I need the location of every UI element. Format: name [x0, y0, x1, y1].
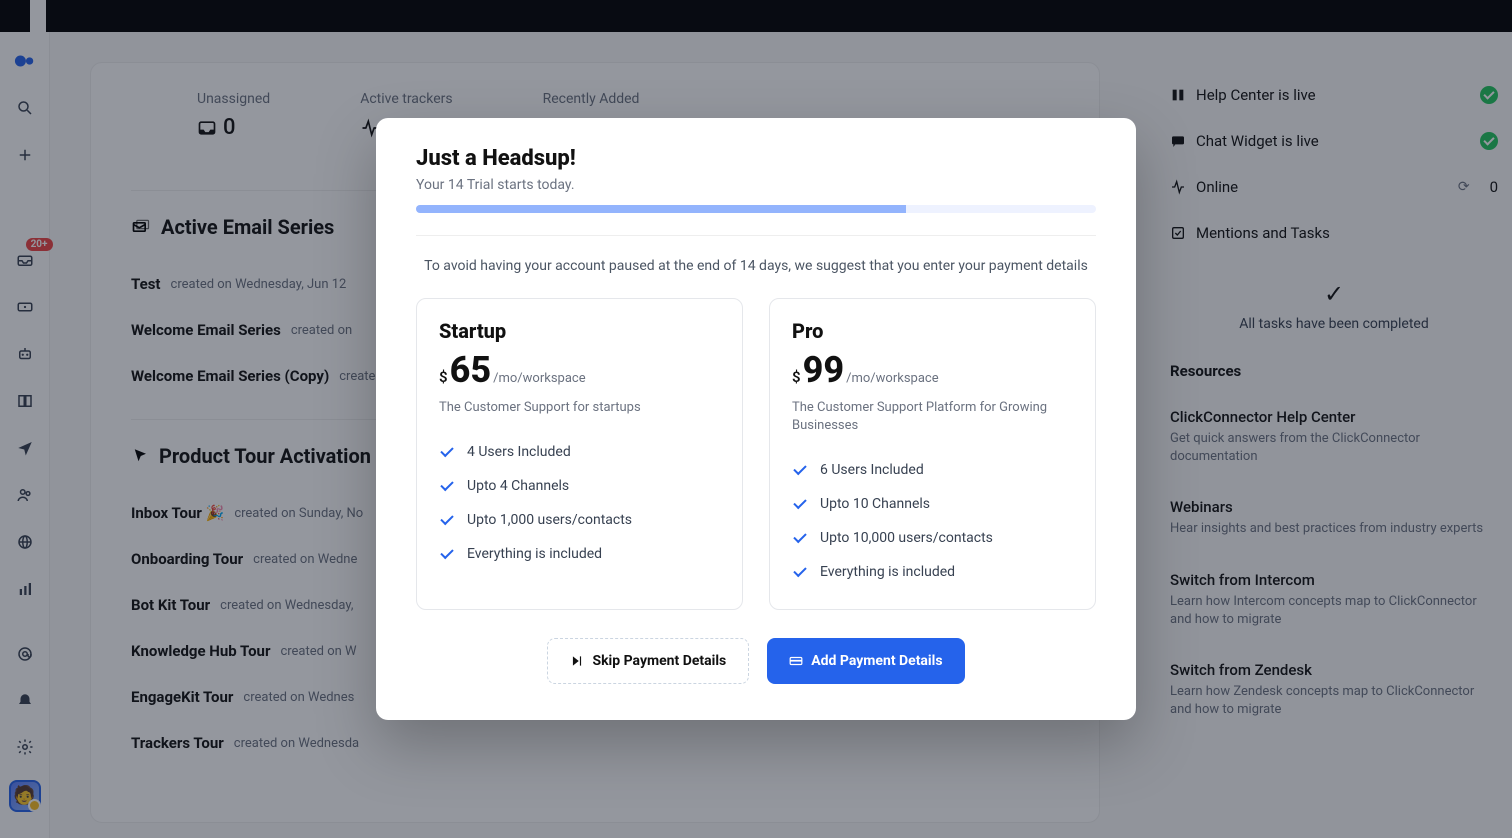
check-icon [439, 512, 455, 528]
modal-subtitle: Your 14 Trial starts today. [416, 177, 1096, 193]
modal-hint: To avoid having your account paused at t… [416, 258, 1096, 274]
check-icon [439, 478, 455, 494]
check-icon [792, 564, 808, 580]
plan-pro[interactable]: Pro $99/mo/workspace The Customer Suppor… [769, 298, 1096, 610]
trial-modal: Just a Headsup! Your 14 Trial starts tod… [376, 118, 1136, 720]
modal-overlay: Just a Headsup! Your 14 Trial starts tod… [0, 0, 1512, 838]
modal-title: Just a Headsup! [416, 146, 1096, 171]
plan-startup[interactable]: Startup $65/mo/workspace The Customer Su… [416, 298, 743, 610]
trial-progress [416, 205, 1096, 213]
trial-progress-fill [416, 205, 906, 213]
card-icon [789, 654, 803, 668]
divider [416, 235, 1096, 236]
skip-icon [570, 654, 584, 668]
check-icon [439, 444, 455, 460]
add-payment-button[interactable]: Add Payment Details [767, 638, 964, 684]
check-icon [792, 530, 808, 546]
check-icon [439, 546, 455, 562]
check-icon [792, 496, 808, 512]
skip-payment-button[interactable]: Skip Payment Details [547, 638, 749, 684]
check-icon [792, 462, 808, 478]
